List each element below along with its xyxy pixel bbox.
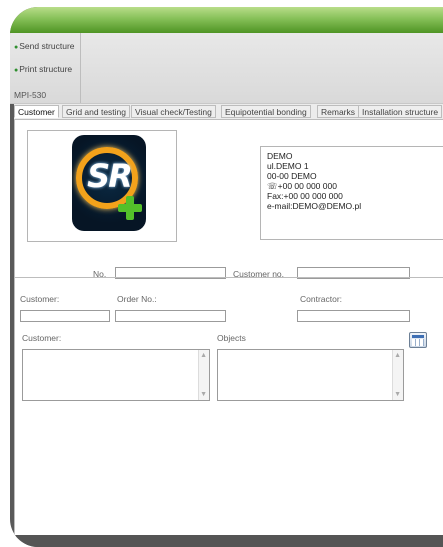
chevron-up-icon[interactable]: ▲ bbox=[394, 352, 401, 359]
toolbar: ●Send structure ●Print structure MPI-530 bbox=[10, 33, 443, 104]
order-no-field[interactable] bbox=[115, 310, 226, 322]
calendar-button[interactable] bbox=[409, 332, 427, 348]
contractor-field[interactable] bbox=[297, 310, 410, 322]
chevron-up-icon[interactable]: ▲ bbox=[200, 352, 207, 359]
tab-customer[interactable]: Customer bbox=[14, 105, 59, 118]
print-structure-button[interactable]: ●Print structure bbox=[14, 64, 72, 74]
address-email: e-mail:DEMO@DEMO.pl bbox=[267, 201, 362, 211]
toolbar-section-label: MPI-530 bbox=[14, 90, 47, 100]
send-structure-label: Send structure bbox=[19, 41, 75, 51]
sr-logo: SR bbox=[72, 135, 146, 231]
address-line: 00-00 DEMO bbox=[267, 171, 317, 181]
logo-text: SR bbox=[87, 157, 133, 195]
title-bar bbox=[10, 7, 443, 33]
address-line: ul.DEMO 1 bbox=[267, 161, 309, 171]
app-window: ●Send structure ●Print structure MPI-530… bbox=[10, 7, 443, 547]
company-address: DEMO ul.DEMO 1 00-00 DEMO ☏+00 00 000 00… bbox=[260, 146, 443, 240]
tab-equipotential-bonding[interactable]: Equipotential bonding bbox=[221, 105, 311, 118]
send-icon: ● bbox=[14, 44, 19, 51]
customer-panel: SR DEMO ul.DEMO 1 00-00 DEMO ☏+00 00 000… bbox=[14, 119, 443, 536]
customer-field[interactable] bbox=[20, 310, 110, 322]
plus-icon bbox=[126, 196, 134, 220]
address-line: DEMO bbox=[267, 151, 293, 161]
calendar-grid bbox=[412, 339, 424, 346]
address-fax: Fax:+00 00 000 000 bbox=[267, 191, 343, 201]
print-structure-label: Print structure bbox=[19, 64, 73, 74]
order-no-label: Order No.: bbox=[117, 294, 157, 304]
textarea-scrollbar[interactable]: ▲ ▼ bbox=[392, 350, 403, 400]
customer-notes-label: Customer: bbox=[22, 333, 62, 343]
textarea-scrollbar[interactable]: ▲ ▼ bbox=[198, 350, 209, 400]
tab-installation-structure[interactable]: Installation structure bbox=[358, 105, 443, 118]
tab-bar: Customer Grid and testing Visual check/T… bbox=[14, 104, 443, 119]
contractor-label: Contractor: bbox=[300, 294, 343, 304]
tab-remarks[interactable]: Remarks bbox=[317, 105, 360, 118]
customer-label: Customer: bbox=[20, 294, 60, 304]
tab-visual-check-testing[interactable]: Visual check/Testing bbox=[131, 105, 216, 118]
customer-notes-textarea[interactable]: ▲ ▼ bbox=[22, 349, 210, 401]
chevron-down-icon[interactable]: ▼ bbox=[200, 391, 207, 398]
objects-label: Objects bbox=[217, 333, 246, 343]
status-strip bbox=[10, 535, 443, 547]
send-structure-button[interactable]: ●Send structure bbox=[14, 41, 75, 51]
tab-grid-and-testing[interactable]: Grid and testing bbox=[62, 105, 131, 118]
chevron-down-icon[interactable]: ▼ bbox=[394, 391, 401, 398]
calendar-icon bbox=[412, 335, 424, 338]
objects-textarea[interactable]: ▲ ▼ bbox=[217, 349, 404, 401]
structure-group: ●Send structure ●Print structure MPI-530 bbox=[10, 33, 81, 103]
print-icon: ● bbox=[14, 67, 19, 74]
logo-frame: SR bbox=[27, 130, 177, 242]
divider bbox=[15, 277, 443, 278]
